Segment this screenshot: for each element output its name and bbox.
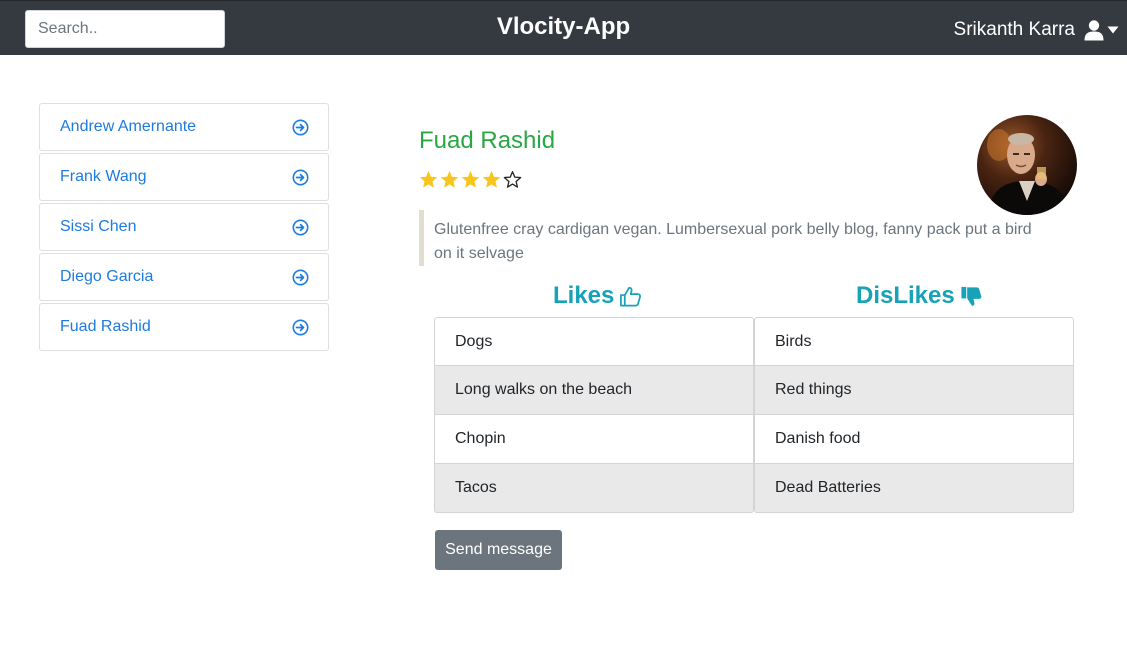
dislike-item: Dead Batteries xyxy=(754,464,1074,513)
dislike-item: Red things xyxy=(754,366,1074,415)
contact-name: Andrew Amernante xyxy=(60,118,197,135)
contact-list: Andrew Amernante Frank Wang Sissi Chen D… xyxy=(39,103,329,353)
like-item: Dogs xyxy=(434,317,754,366)
dislikes-heading: DisLikes xyxy=(856,282,983,310)
caret-down-icon xyxy=(1107,26,1119,34)
like-item: Tacos xyxy=(434,464,754,513)
arrow-circle-right-icon xyxy=(292,119,309,136)
dislike-item: Birds xyxy=(754,317,1074,366)
navbar: Vlocity-App Srikanth Karra xyxy=(0,0,1127,55)
search-input[interactable] xyxy=(25,10,225,48)
star-filled-icon xyxy=(419,170,438,188)
thumbs-down-icon xyxy=(961,286,982,306)
star-filled-icon xyxy=(461,170,480,188)
avatar xyxy=(977,115,1077,215)
dislikes-list: Birds Red things Danish food Dead Batter… xyxy=(754,317,1074,513)
likes-heading: Likes xyxy=(553,282,642,310)
arrow-circle-right-icon xyxy=(292,319,309,336)
dislikes-heading-label: DisLikes xyxy=(856,282,955,309)
profile-name: Fuad Rashid xyxy=(419,127,556,154)
likes-heading-label: Likes xyxy=(553,282,615,309)
star-empty-icon xyxy=(503,171,522,188)
star-rating xyxy=(419,170,524,189)
contact-name: Diego Garcia xyxy=(60,268,154,285)
send-message-button[interactable]: Send message xyxy=(435,530,562,570)
bio-quote: Glutenfree cray cardigan vegan. Lumberse… xyxy=(419,210,1039,266)
star-filled-icon xyxy=(482,170,501,188)
contact-name: Fuad Rashid xyxy=(60,318,151,335)
arrow-circle-right-icon xyxy=(292,269,309,286)
thumbs-up-icon xyxy=(620,286,642,306)
contact-item[interactable]: Sissi Chen xyxy=(39,203,329,251)
arrow-circle-right-icon xyxy=(292,169,309,186)
dislike-item: Danish food xyxy=(754,415,1074,464)
likes-list: Dogs Long walks on the beach Chopin Taco… xyxy=(434,317,754,513)
star-filled-icon xyxy=(440,170,459,188)
contact-item[interactable]: Fuad Rashid xyxy=(39,303,329,351)
like-item: Long walks on the beach xyxy=(434,366,754,415)
like-item: Chopin xyxy=(434,415,754,464)
contact-item[interactable]: Diego Garcia xyxy=(39,253,329,301)
contact-name: Frank Wang xyxy=(60,168,147,185)
user-menu[interactable]: Srikanth Karra xyxy=(954,18,1119,42)
arrow-circle-right-icon xyxy=(292,219,309,236)
user-icon xyxy=(1084,19,1104,41)
contact-item[interactable]: Frank Wang xyxy=(39,153,329,201)
contact-item[interactable]: Andrew Amernante xyxy=(39,103,329,151)
contact-name: Sissi Chen xyxy=(60,218,137,235)
user-name: Srikanth Karra xyxy=(953,19,1075,40)
